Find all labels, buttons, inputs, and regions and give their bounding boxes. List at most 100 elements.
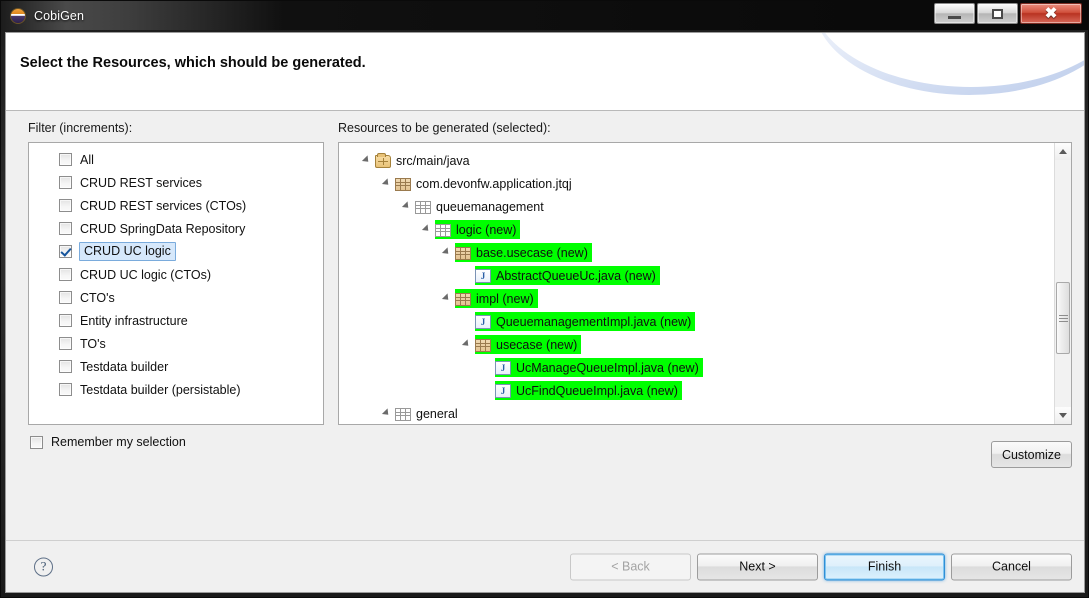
next-button[interactable]: Next > xyxy=(697,553,818,580)
expand-arrow-icon[interactable] xyxy=(379,181,395,187)
filter-item-checkbox[interactable] xyxy=(59,222,72,235)
finish-button[interactable]: Finish xyxy=(824,553,945,580)
filter-item-label: CRUD UC logic xyxy=(79,242,176,261)
close-icon: ✖ xyxy=(1045,6,1058,21)
filter-item-label: CRUD REST services xyxy=(80,176,202,190)
filter-item-checkbox[interactable] xyxy=(59,153,72,166)
filter-item-6[interactable]: CTO's xyxy=(29,286,323,309)
tree-row-label: general xyxy=(416,407,458,421)
scroll-down-arrow-icon[interactable] xyxy=(1055,407,1071,424)
expand-arrow-icon[interactable] xyxy=(399,204,415,210)
close-button[interactable]: ✖ xyxy=(1020,3,1082,24)
filter-item-label: TO's xyxy=(80,337,106,351)
filter-item-checkbox[interactable] xyxy=(59,268,72,281)
dialog-footer: ? < Back Next > Finish Cancel xyxy=(6,540,1084,592)
tree-row-content: queuemanagement xyxy=(415,197,548,216)
tree-row[interactable]: logic (new) xyxy=(339,218,1054,241)
package-filled-icon xyxy=(395,178,411,191)
tree-row-content: logic (new) xyxy=(435,220,520,239)
footer-buttons: < Back Next > Finish Cancel xyxy=(570,553,1072,580)
filter-item-label: CRUD REST services (CTOs) xyxy=(80,199,246,213)
package-filled-icon xyxy=(455,247,471,260)
resources-panel: Resources to be generated (selected): sr… xyxy=(338,121,1072,425)
package-empty-icon xyxy=(395,408,411,421)
tree-row-label: QueuemanagementImpl.java (new) xyxy=(496,315,691,329)
java-file-icon: J xyxy=(495,361,511,375)
expand-arrow-icon[interactable] xyxy=(379,411,395,417)
panels-row: Filter (increments): All CRUD REST servic… xyxy=(28,121,1072,425)
resources-tree[interactable]: src/main/java com.devonfw.application.jtq… xyxy=(339,143,1054,424)
tree-row[interactable]: src/main/java xyxy=(339,149,1054,172)
expand-arrow-icon[interactable] xyxy=(359,158,375,164)
package-filled-icon xyxy=(455,293,471,306)
expand-arrow-icon[interactable] xyxy=(439,296,455,302)
cancel-button[interactable]: Cancel xyxy=(951,553,1072,580)
maximize-button[interactable] xyxy=(977,3,1018,24)
cobigen-logo-icon xyxy=(10,8,26,24)
scroll-up-arrow-icon[interactable] xyxy=(1055,143,1071,160)
filter-item-9[interactable]: Testdata builder xyxy=(29,355,323,378)
filter-item-checkbox[interactable] xyxy=(59,360,72,373)
filter-item-1[interactable]: CRUD REST services xyxy=(29,171,323,194)
tree-row[interactable]: usecase (new) xyxy=(339,333,1054,356)
java-file-icon: J xyxy=(475,269,491,283)
filter-item-checkbox[interactable] xyxy=(59,176,72,189)
tree-row[interactable]: impl (new) xyxy=(339,287,1054,310)
java-file-icon: J xyxy=(495,384,511,398)
filter-label: Filter (increments): xyxy=(28,121,324,137)
minimize-icon xyxy=(948,16,961,19)
filter-item-3[interactable]: CRUD SpringData Repository xyxy=(29,217,323,240)
help-icon[interactable]: ? xyxy=(34,557,53,576)
filter-item-8[interactable]: TO's xyxy=(29,332,323,355)
tree-row[interactable]: JQueuemanagementImpl.java (new) xyxy=(339,310,1054,333)
scrollbar-track[interactable] xyxy=(1055,160,1071,407)
tree-row-content: usecase (new) xyxy=(475,335,581,354)
tree-row-content: JAbstractQueueUc.java (new) xyxy=(475,266,660,285)
tree-row[interactable]: JUcFindQueueImpl.java (new) xyxy=(339,379,1054,402)
remember-my-selection-label: Remember my selection xyxy=(51,435,186,449)
customize-button-wrap: Customize xyxy=(991,441,1072,468)
tree-vertical-scrollbar[interactable] xyxy=(1054,143,1071,424)
remember-my-selection-checkbox[interactable] xyxy=(30,436,43,449)
tree-row[interactable]: JUcManageQueueImpl.java (new) xyxy=(339,356,1054,379)
expand-arrow-icon[interactable] xyxy=(459,342,475,348)
expand-arrow-icon[interactable] xyxy=(419,227,435,233)
tree-row[interactable]: base.usecase (new) xyxy=(339,241,1054,264)
back-button[interactable]: < Back xyxy=(570,553,691,580)
filter-item-checkbox[interactable] xyxy=(59,291,72,304)
tree-row-label: impl (new) xyxy=(476,292,534,306)
tree-row-label: usecase (new) xyxy=(496,338,577,352)
resources-treebox: src/main/java com.devonfw.application.jtq… xyxy=(338,142,1072,425)
minimize-button[interactable] xyxy=(934,3,975,24)
filter-item-7[interactable]: Entity infrastructure xyxy=(29,309,323,332)
filter-item-label: All xyxy=(80,153,94,167)
tree-row-content: src/main/java xyxy=(375,151,474,170)
filter-item-0[interactable]: All xyxy=(29,148,323,171)
filter-item-2[interactable]: CRUD REST services (CTOs) xyxy=(29,194,323,217)
scrollbar-thumb[interactable] xyxy=(1056,282,1070,354)
expand-arrow-icon[interactable] xyxy=(439,250,455,256)
filter-item-checkbox[interactable] xyxy=(59,383,72,396)
filter-item-checkbox[interactable] xyxy=(59,314,72,327)
filter-item-5[interactable]: CRUD UC logic (CTOs) xyxy=(29,263,323,286)
filter-item-checkbox[interactable] xyxy=(59,199,72,212)
source-folder-icon xyxy=(375,155,391,168)
filter-item-label: CRUD UC logic (CTOs) xyxy=(80,268,211,282)
filter-item-checkbox[interactable] xyxy=(59,337,72,350)
scrollbar-grip-icon xyxy=(1059,315,1068,322)
filter-listbox[interactable]: All CRUD REST services CRUD REST services … xyxy=(28,142,324,425)
filter-item-4[interactable]: CRUD UC logic xyxy=(29,240,323,263)
wizard-banner: Select the Resources, which should be ge… xyxy=(6,33,1084,111)
filter-item-label: Entity infrastructure xyxy=(80,314,188,328)
customize-button[interactable]: Customize xyxy=(991,441,1072,468)
remember-my-selection-row[interactable]: Remember my selection xyxy=(28,435,1072,449)
tree-row-label: com.devonfw.application.jtqj xyxy=(416,177,572,191)
tree-row[interactable]: com.devonfw.application.jtqj xyxy=(339,172,1054,195)
cobigen-wizard-window: CobiGen ✖ Select the Resources, which sh… xyxy=(0,0,1089,598)
wizard-dialog: Select the Resources, which should be ge… xyxy=(5,32,1085,593)
filter-item-checkbox[interactable] xyxy=(59,245,72,258)
tree-row[interactable]: JAbstractQueueUc.java (new) xyxy=(339,264,1054,287)
tree-row[interactable]: queuemanagement xyxy=(339,195,1054,218)
filter-item-10[interactable]: Testdata builder (persistable) xyxy=(29,378,323,401)
tree-row[interactable]: general xyxy=(339,402,1054,424)
